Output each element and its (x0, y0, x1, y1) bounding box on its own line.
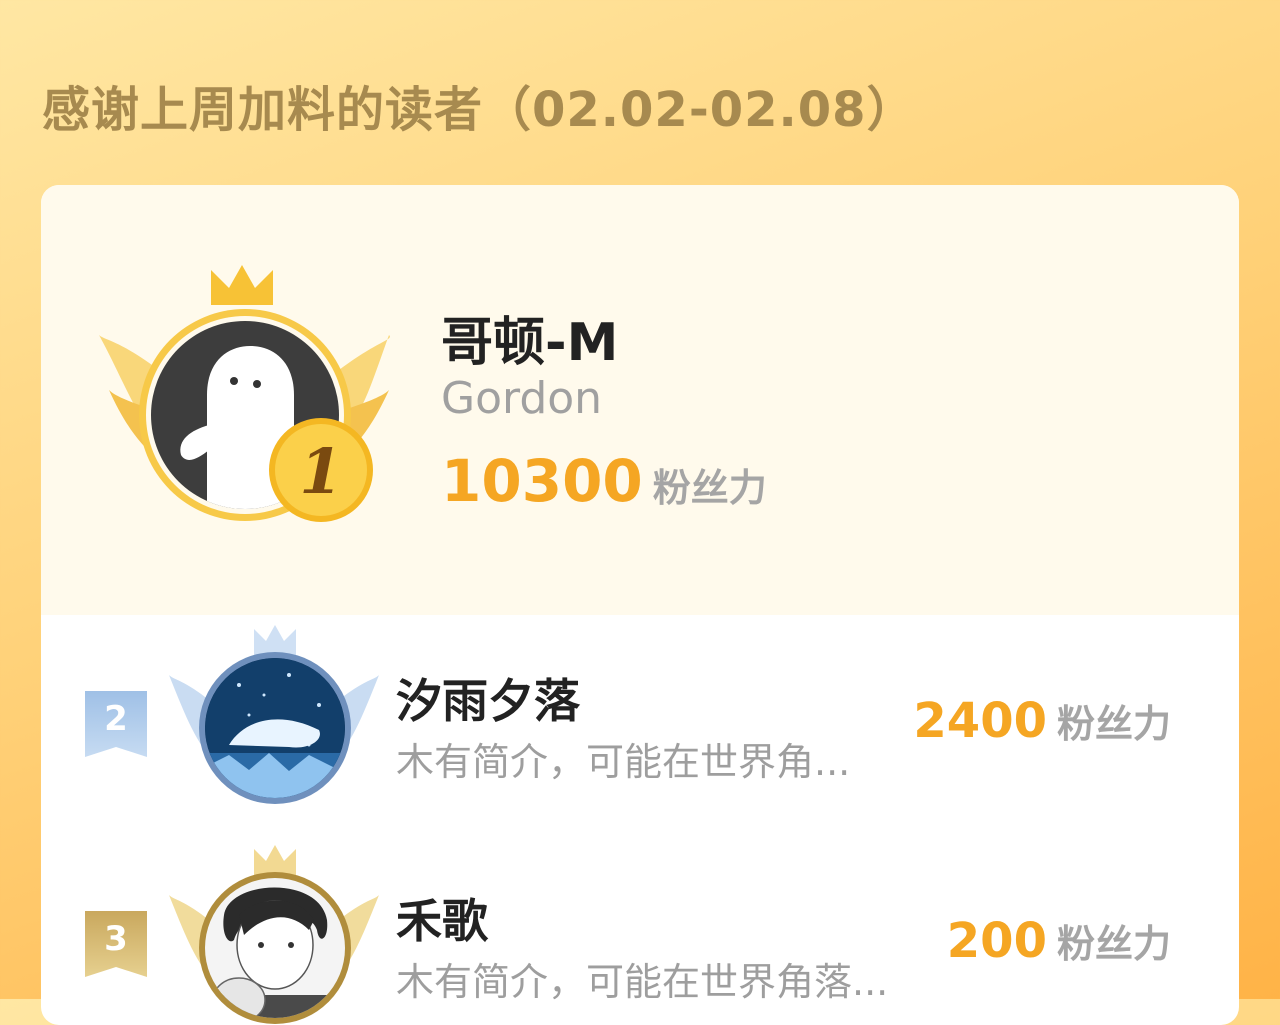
leaderboard-card: 1 哥顿-M Gordon 10300粉丝力 2 (41, 185, 1239, 1025)
top-reader-score: 10300粉丝力 (441, 447, 767, 515)
score-value: 2400 (913, 693, 1047, 749)
reader-score: 2400粉丝力 (913, 693, 1171, 749)
top-reader-subtitle: Gordon (441, 373, 602, 424)
reader-name: 汐雨夕落 (396, 665, 580, 731)
score-unit: 粉丝力 (1057, 702, 1171, 746)
svg-text:1: 1 (299, 435, 342, 508)
gold-medal-1-icon: 1 (269, 418, 373, 522)
reader-bio: 木有简介，可能在世界角... (396, 731, 850, 786)
crown-icon (254, 625, 296, 655)
page-title: 感谢上周加料的读者（02.02-02.08） (42, 70, 916, 140)
crown-icon (211, 265, 273, 305)
reader-score: 200粉丝力 (947, 913, 1171, 969)
list-item[interactable]: 2 汐雨夕落 (41, 625, 1239, 825)
score-value: 10300 (441, 447, 643, 515)
score-unit: 粉丝力 (1057, 922, 1171, 966)
rank-3-flag: 3 (85, 911, 147, 977)
reader-name: 禾歌 (396, 885, 488, 951)
top-reader-name: 哥顿-M (441, 300, 618, 375)
rank-3-badge (169, 845, 379, 1025)
list-item[interactable]: 3 禾歌 木有简介，可能在世界角落 (41, 845, 1239, 1025)
crown-icon (254, 845, 296, 875)
score-value: 200 (947, 913, 1047, 969)
score-unit: 粉丝力 (653, 466, 767, 510)
rank-1-badge: 1 (99, 260, 399, 540)
reader-bio: 木有简介，可能在世界角落... (396, 951, 888, 1006)
top-reader-panel[interactable]: 1 哥顿-M Gordon 10300粉丝力 (41, 185, 1239, 615)
rank-2-badge (169, 625, 379, 815)
rank-2-flag: 2 (85, 691, 147, 757)
